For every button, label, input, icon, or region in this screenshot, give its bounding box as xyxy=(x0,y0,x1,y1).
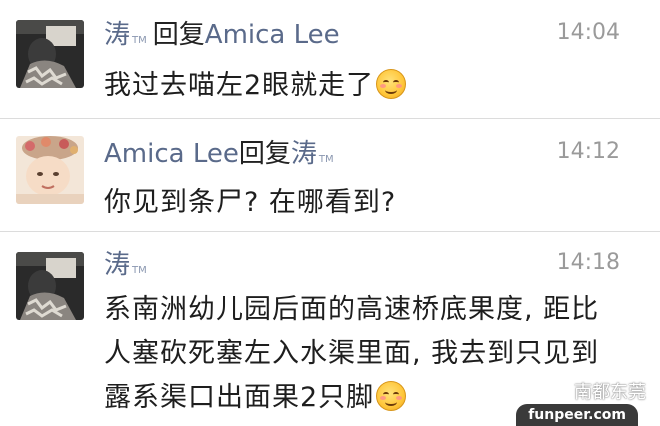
author-name[interactable]: Amica Lee xyxy=(104,139,239,169)
author-name[interactable]: 涛 xyxy=(104,244,130,281)
timestamp: 14:12 xyxy=(556,139,620,164)
comment-text-line: 系南洲幼儿园后面的高速桥底果度, 距比 xyxy=(104,294,600,325)
avatar[interactable] xyxy=(16,136,84,204)
comment-header: 涛 TM xyxy=(104,244,153,284)
comment-text-content: 我过去喵左2眼就走了 xyxy=(104,70,375,101)
author-name[interactable]: 涛 xyxy=(104,14,130,51)
site-badge: funpeer.com xyxy=(516,404,638,426)
smile-emoji-icon xyxy=(376,69,407,99)
trademark-mark: TM xyxy=(318,154,334,165)
avatar[interactable] xyxy=(16,252,84,320)
avatar[interactable] xyxy=(16,20,84,88)
comment-text-line: 人塞砍死塞左入水渠里面, 我去到只见到 xyxy=(104,338,600,369)
reply-label: 回复 xyxy=(152,20,205,50)
trademark-mark: TM xyxy=(132,265,147,276)
timestamp: 14:18 xyxy=(556,250,620,275)
comment-item: Amica Lee 回复 涛 TM 14:12 你见到条尸? 在哪看到? xyxy=(0,119,660,231)
reply-target-name[interactable]: 涛 xyxy=(291,133,317,170)
comment-text-content: 露系渠口出面果2只脚 xyxy=(104,382,375,413)
reply-label: 回复 xyxy=(238,139,291,169)
reply-target-name[interactable]: Amica Lee xyxy=(205,20,340,50)
comment-header: 涛 TM 回复 Amica Lee xyxy=(104,14,340,54)
comment-item: 涛 TM 回复 Amica Lee 14:04 我过去喵左2眼就走了 xyxy=(0,0,660,118)
comment-header: Amica Lee 回复 涛 TM xyxy=(104,133,340,173)
blush-emoji-icon xyxy=(376,381,407,411)
trademark-mark: TM xyxy=(132,35,147,46)
comment-text: 你见到条尸? 在哪看到? xyxy=(104,187,397,218)
watermark: 南都东莞 xyxy=(546,378,646,404)
timestamp: 14:04 xyxy=(556,20,620,45)
comment-text: 我过去喵左2眼就走了 xyxy=(104,64,630,108)
watermark-text: 南都东莞 xyxy=(574,382,646,403)
wechat-icon xyxy=(546,382,568,399)
